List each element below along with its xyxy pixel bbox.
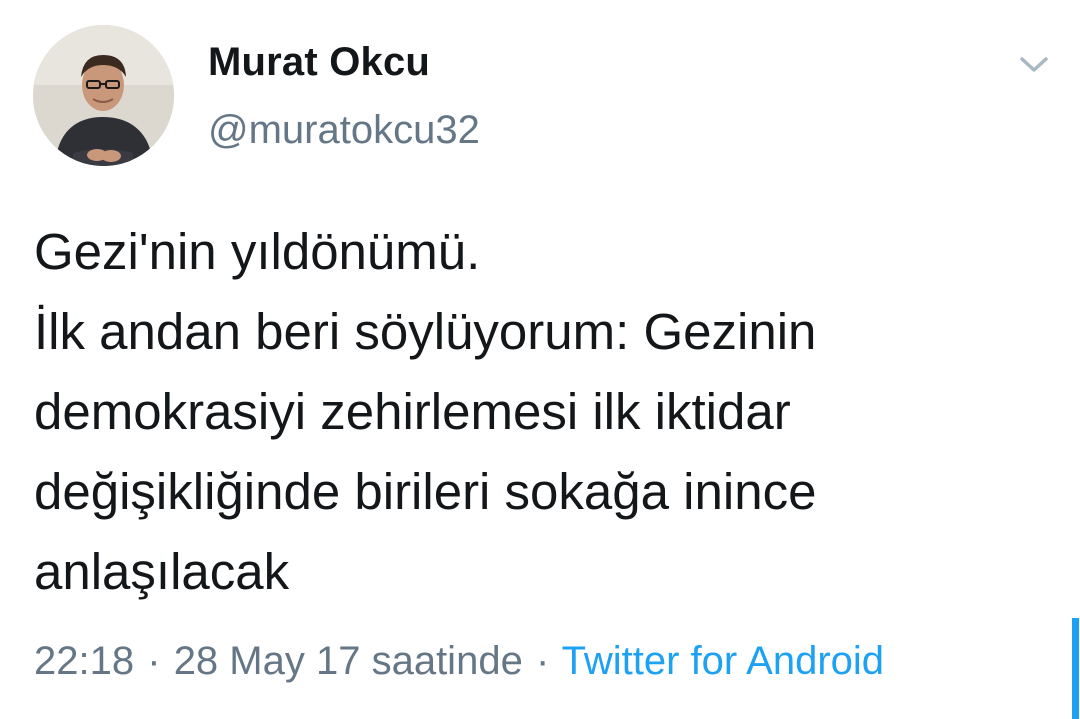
meta-separator: · bbox=[535, 639, 550, 683]
chevron-down-icon[interactable] bbox=[1016, 50, 1052, 78]
scrollbar[interactable] bbox=[1072, 618, 1079, 719]
user-handle[interactable]: @muratokcu32 bbox=[208, 108, 480, 153]
tweet-date: 28 May 17 saatinde bbox=[173, 639, 523, 683]
meta-separator: · bbox=[147, 639, 161, 683]
display-name[interactable]: Murat Okcu bbox=[208, 40, 430, 85]
tweet-source-link[interactable]: Twitter for Android bbox=[562, 639, 884, 683]
tweet-time: 22:18 bbox=[34, 639, 135, 683]
avatar[interactable] bbox=[33, 25, 174, 166]
tweet-meta: 22:18 · 28 May 17 saatinde · Twitter for… bbox=[34, 635, 884, 687]
tweet-text: Gezi'nin yıldönümü. İlk andan beri söylü… bbox=[34, 223, 817, 600]
tweet-card: Murat Okcu @muratokcu32 Gezi'nin yıldönü… bbox=[0, 0, 1080, 719]
avatar-image bbox=[33, 25, 174, 166]
